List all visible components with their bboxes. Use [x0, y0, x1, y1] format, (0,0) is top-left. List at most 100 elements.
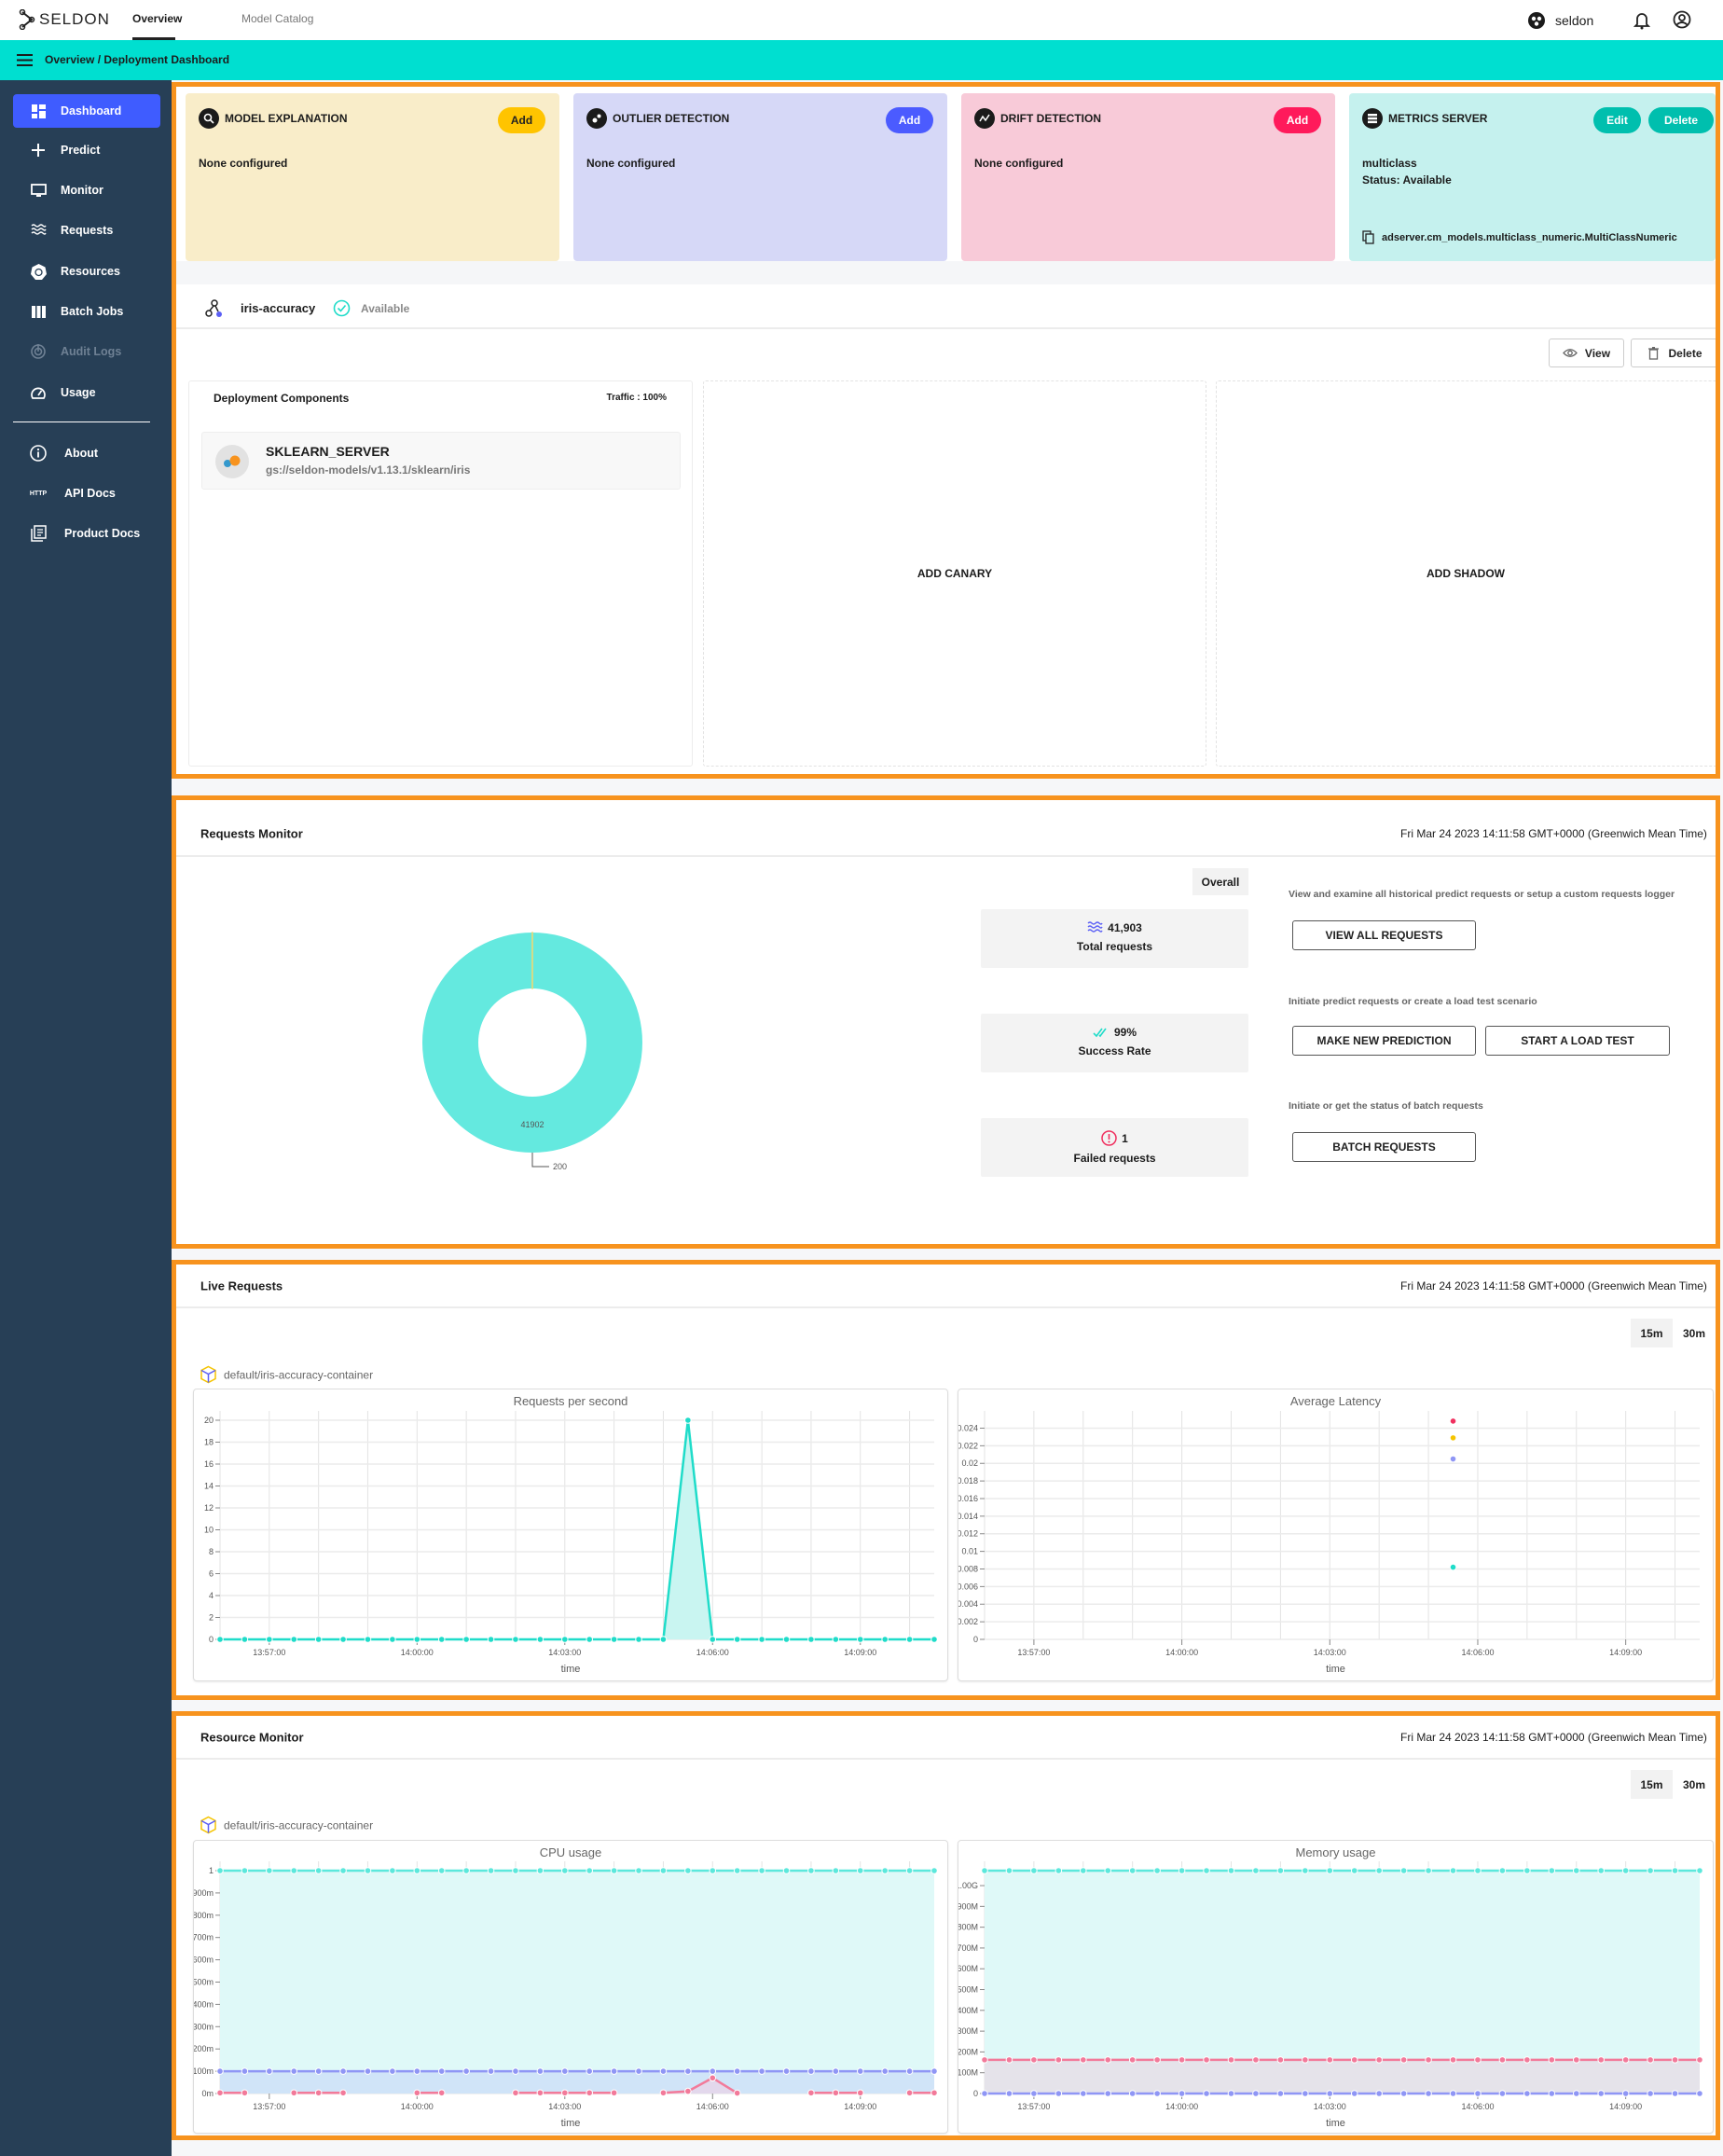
data-point[interactable]: [905, 1636, 914, 1643]
data-point[interactable]: [462, 2067, 470, 2075]
data-point[interactable]: [1030, 2090, 1038, 2097]
data-point[interactable]: [512, 1636, 519, 1643]
data-point[interactable]: [1425, 1867, 1432, 1874]
data-point[interactable]: [1498, 2090, 1507, 2097]
data-point[interactable]: [856, 2067, 864, 2075]
data-point[interactable]: [1079, 2090, 1087, 2097]
add-shadow-area[interactable]: ADD SHADOW: [1216, 380, 1716, 767]
data-point[interactable]: [684, 2087, 692, 2095]
data-point[interactable]: [1153, 1867, 1161, 1874]
bell-icon[interactable]: [1633, 11, 1650, 30]
data-point[interactable]: [1399, 1867, 1408, 1874]
account-icon[interactable]: [1673, 10, 1691, 29]
data-point[interactable]: [1178, 1867, 1186, 1874]
data-point[interactable]: [1572, 1867, 1580, 1874]
data-point[interactable]: [1005, 2090, 1013, 2097]
data-point[interactable]: [905, 2089, 914, 2097]
data-point[interactable]: [709, 1636, 717, 1643]
data-point[interactable]: [1449, 2056, 1457, 2064]
data-point[interactable]: [610, 1867, 618, 1874]
data-point[interactable]: [1153, 2090, 1161, 2097]
data-point[interactable]: [1005, 1867, 1013, 1874]
data-point[interactable]: [733, 1867, 741, 1874]
data-point[interactable]: [1474, 2090, 1482, 2097]
data-point[interactable]: [758, 1636, 765, 1643]
data-point[interactable]: [462, 1636, 470, 1643]
seldon-logo[interactable]: SELDON: [19, 9, 110, 30]
tab-model-catalog[interactable]: Model Catalog: [241, 0, 313, 40]
data-point[interactable]: [339, 2089, 347, 2097]
data-point[interactable]: [709, 2074, 717, 2082]
data-point[interactable]: [487, 1636, 495, 1643]
data-point[interactable]: [1696, 1867, 1703, 1874]
data-point[interactable]: [586, 2089, 594, 2097]
data-point[interactable]: [1252, 2090, 1260, 2097]
range-15m-button[interactable]: 15m: [1631, 1770, 1673, 1799]
data-point[interactable]: [1449, 1563, 1457, 1571]
data-point[interactable]: [339, 1636, 347, 1643]
sidebar-item-resources[interactable]: Resources: [13, 255, 160, 288]
data-point[interactable]: [512, 2067, 519, 2075]
data-point[interactable]: [1523, 2056, 1531, 2064]
add-outlier-detector-button[interactable]: Add: [886, 107, 933, 133]
data-point[interactable]: [1054, 2090, 1063, 2097]
data-point[interactable]: [807, 2089, 815, 2097]
delete-deployment-button[interactable]: Delete: [1631, 339, 1716, 367]
data-point[interactable]: [1128, 2090, 1137, 2097]
copy-icon[interactable]: [1362, 230, 1374, 244]
data-point[interactable]: [1399, 2056, 1408, 2064]
sidebar-item-dashboard[interactable]: Dashboard: [13, 94, 160, 128]
data-point[interactable]: [1399, 2090, 1408, 2097]
data-point[interactable]: [1621, 2056, 1630, 2064]
data-point[interactable]: [586, 2067, 594, 2075]
sidebar-item-product-docs[interactable]: Product Docs: [13, 517, 160, 550]
data-point[interactable]: [758, 1867, 765, 1874]
data-point[interactable]: [1621, 2090, 1630, 2097]
data-point[interactable]: [1104, 2090, 1112, 2097]
data-point[interactable]: [512, 1867, 519, 1874]
data-point[interactable]: [1128, 2056, 1137, 2064]
data-point[interactable]: [1128, 1867, 1137, 1874]
tab-overview[interactable]: Overview: [132, 0, 182, 40]
data-point[interactable]: [1474, 1867, 1482, 1874]
sidebar-item-predict[interactable]: Predict: [13, 133, 160, 167]
data-point[interactable]: [1597, 1867, 1606, 1874]
data-point[interactable]: [635, 2067, 642, 2075]
data-point[interactable]: [314, 2089, 323, 2097]
data-point[interactable]: [1498, 1867, 1507, 1874]
sidebar-item-usage[interactable]: Usage: [13, 376, 160, 409]
data-point[interactable]: [610, 1636, 618, 1643]
data-point[interactable]: [1523, 1867, 1531, 1874]
data-point[interactable]: [881, 1867, 889, 1874]
data-point[interactable]: [512, 2089, 519, 2097]
data-point[interactable]: [1350, 1867, 1358, 1874]
data-point[interactable]: [241, 1867, 249, 1874]
sidebar-item-api-docs[interactable]: HTTP API Docs: [13, 477, 160, 510]
data-point[interactable]: [487, 1867, 495, 1874]
data-point[interactable]: [1572, 2090, 1580, 2097]
range-30m-button[interactable]: 30m: [1673, 1770, 1716, 1799]
data-point[interactable]: [1178, 2090, 1186, 2097]
data-point[interactable]: [389, 2067, 396, 2075]
data-point[interactable]: [1005, 2056, 1013, 2064]
data-point[interactable]: [1647, 2090, 1654, 2097]
data-point[interactable]: [586, 1636, 594, 1643]
data-point[interactable]: [536, 2089, 544, 2097]
data-point[interactable]: [832, 2089, 840, 2097]
data-point[interactable]: [1425, 2090, 1432, 2097]
data-point[interactable]: [856, 1867, 864, 1874]
range-30m-button[interactable]: 30m: [1673, 1319, 1716, 1348]
data-point[interactable]: [1054, 2056, 1063, 2064]
data-point[interactable]: [389, 1867, 396, 1874]
data-point[interactable]: [1178, 2056, 1186, 2064]
data-point[interactable]: [560, 1867, 569, 1874]
data-point[interactable]: [1449, 1455, 1457, 1463]
data-point[interactable]: [1474, 2056, 1482, 2064]
data-point[interactable]: [1696, 2056, 1703, 2064]
make-new-prediction-button[interactable]: MAKE NEW PREDICTION: [1292, 1026, 1476, 1056]
data-point[interactable]: [1276, 2056, 1285, 2064]
hamburger-menu-icon[interactable]: [17, 54, 33, 66]
data-point[interactable]: [930, 2067, 938, 2075]
batch-requests-button[interactable]: BATCH REQUESTS: [1292, 1132, 1476, 1162]
data-point[interactable]: [832, 1867, 840, 1874]
